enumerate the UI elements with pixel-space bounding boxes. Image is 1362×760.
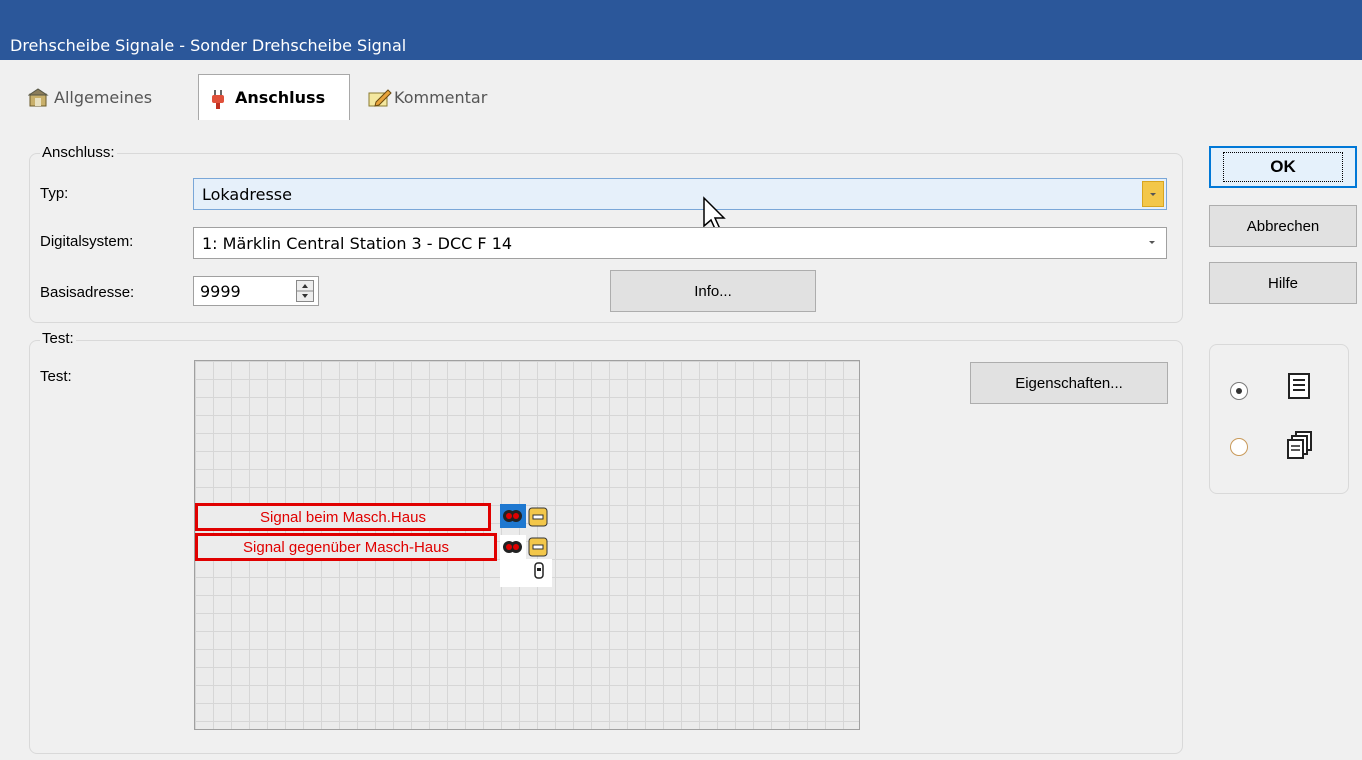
signal-icon[interactable]: [500, 535, 526, 559]
note-pencil-icon: [368, 88, 392, 107]
tab-label: Allgemeines: [54, 87, 153, 107]
tab-anschluss[interactable]: Anschluss: [198, 74, 350, 120]
ok-button[interactable]: OK: [1209, 146, 1357, 188]
properties-icon: [27, 88, 49, 107]
anschluss-group-label: Anschluss:: [40, 144, 117, 161]
info-button[interactable]: Info...: [610, 270, 816, 312]
tab-label: Kommentar: [394, 87, 488, 107]
signal-label-2[interactable]: Signal gegenüber Masch-Haus: [195, 533, 497, 561]
basisadresse-input[interactable]: 9999: [193, 276, 319, 306]
view-options-group: [1209, 344, 1349, 494]
tab-label: Anschluss: [235, 88, 326, 107]
test-group-label: Test:: [40, 330, 76, 347]
typ-value: Lokadresse: [202, 185, 292, 204]
chevron-down-icon[interactable]: [1142, 181, 1164, 207]
turntable-element: [500, 559, 552, 587]
digitalsystem-dropdown[interactable]: 1: Märklin Central Station 3 - DCC F 14: [193, 227, 1167, 259]
view-option-radio-1[interactable]: [1230, 382, 1248, 400]
basisadresse-value: 9999: [200, 282, 241, 301]
tab-kommentar[interactable]: Kommentar: [368, 74, 487, 120]
title-bar: Drehscheibe Signale - Sonder Drehscheibe…: [0, 0, 1362, 60]
digitalsystem-label: Digitalsystem:: [40, 233, 134, 250]
copies-view-icon: [1287, 431, 1312, 459]
list-view-icon: [1288, 373, 1310, 399]
eigenschaften-button[interactable]: Eigenschaften...: [970, 362, 1168, 404]
typ-dropdown[interactable]: Lokadresse: [193, 178, 1167, 210]
basisadresse-label: Basisadresse:: [40, 284, 135, 301]
help-button[interactable]: Hilfe: [1209, 262, 1357, 304]
signal-selected-icon[interactable]: [500, 504, 526, 528]
test-label: Test:: [40, 368, 72, 385]
spinner-icon[interactable]: [296, 280, 314, 306]
digitalsystem-value: 1: Märklin Central Station 3 - DCC F 14: [202, 234, 513, 253]
tab-allgemeines[interactable]: Allgemeines: [27, 74, 153, 120]
window-title: Drehscheibe Signale - Sonder Drehscheibe…: [10, 36, 407, 55]
chevron-down-icon[interactable]: [1142, 230, 1164, 256]
signal-lamp-icon: [528, 537, 548, 557]
typ-label: Typ:: [40, 185, 69, 202]
signal-label-1[interactable]: Signal beim Masch.Haus: [195, 503, 491, 531]
cancel-button[interactable]: Abbrechen: [1209, 205, 1357, 247]
view-option-radio-2[interactable]: [1230, 438, 1248, 456]
plug-icon: [209, 89, 229, 109]
signal-lamp-icon: [528, 507, 548, 527]
